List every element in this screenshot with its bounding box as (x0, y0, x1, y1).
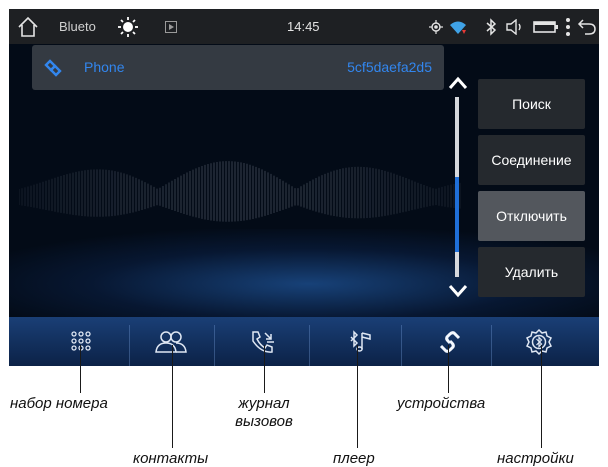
leader-line-call-log (264, 345, 265, 393)
leader-line-player (357, 345, 358, 448)
leader-line-contacts (172, 345, 173, 448)
dock-separator (214, 325, 215, 366)
scroll-up-icon[interactable] (447, 75, 469, 91)
contacts-icon[interactable] (151, 317, 191, 366)
leader-line-dialpad (80, 345, 81, 393)
devices-icon[interactable] (430, 317, 470, 366)
callout-player: плеер (333, 450, 375, 467)
back-icon[interactable] (577, 9, 599, 44)
battery-icon (533, 9, 561, 44)
play-icon[interactable] (165, 9, 179, 44)
settings-icon[interactable] (519, 317, 559, 366)
head-unit-screen: Blueto 14:45 Phone 5cf5daefa2d5 Поиск Со… (9, 9, 599, 366)
scroll-down-icon[interactable] (447, 283, 469, 299)
brightness-icon[interactable] (117, 9, 141, 44)
search-button[interactable]: Поиск (478, 79, 585, 129)
paired-device-row[interactable]: Phone 5cf5daefa2d5 (32, 45, 444, 90)
dock-separator (309, 325, 310, 366)
home-icon[interactable] (17, 9, 41, 44)
status-bar: Blueto 14:45 (9, 9, 599, 44)
connect-button[interactable]: Соединение (478, 135, 585, 185)
volume-icon[interactable] (506, 9, 528, 44)
more-icon[interactable] (565, 9, 575, 44)
dialpad-icon[interactable] (61, 317, 101, 366)
callout-call-log: журнал вызовов (235, 395, 293, 430)
music-player-icon[interactable] (341, 317, 381, 366)
callout-dialpad: набор номера (10, 395, 108, 412)
scrollbar[interactable] (455, 97, 459, 277)
device-address: 5cf5daefa2d5 (347, 59, 432, 75)
call-log-icon[interactable] (243, 317, 283, 366)
scrollbar-thumb[interactable] (455, 177, 459, 252)
dock-separator (491, 325, 492, 366)
bottom-dock (9, 317, 599, 366)
wifi-icon (449, 9, 469, 44)
callout-contacts: контакты (133, 450, 209, 467)
dock-separator (401, 325, 402, 366)
location-icon (429, 9, 445, 44)
leader-line-devices (448, 345, 449, 393)
status-app-title: Blueto (59, 19, 96, 34)
callout-settings: настройки (497, 450, 574, 467)
leader-line-settings (541, 345, 542, 448)
callout-devices: устройства (397, 395, 486, 412)
dock-separator (129, 325, 130, 366)
device-name: Phone (84, 59, 125, 75)
bluetooth-icon (485, 9, 499, 44)
status-time: 14:45 (287, 19, 320, 34)
sound-wave-decoration (19, 161, 461, 222)
bluetooth-link-icon (42, 57, 64, 79)
delete-button[interactable]: Удалить (478, 247, 585, 297)
disconnect-button[interactable]: Отключить (478, 191, 585, 241)
